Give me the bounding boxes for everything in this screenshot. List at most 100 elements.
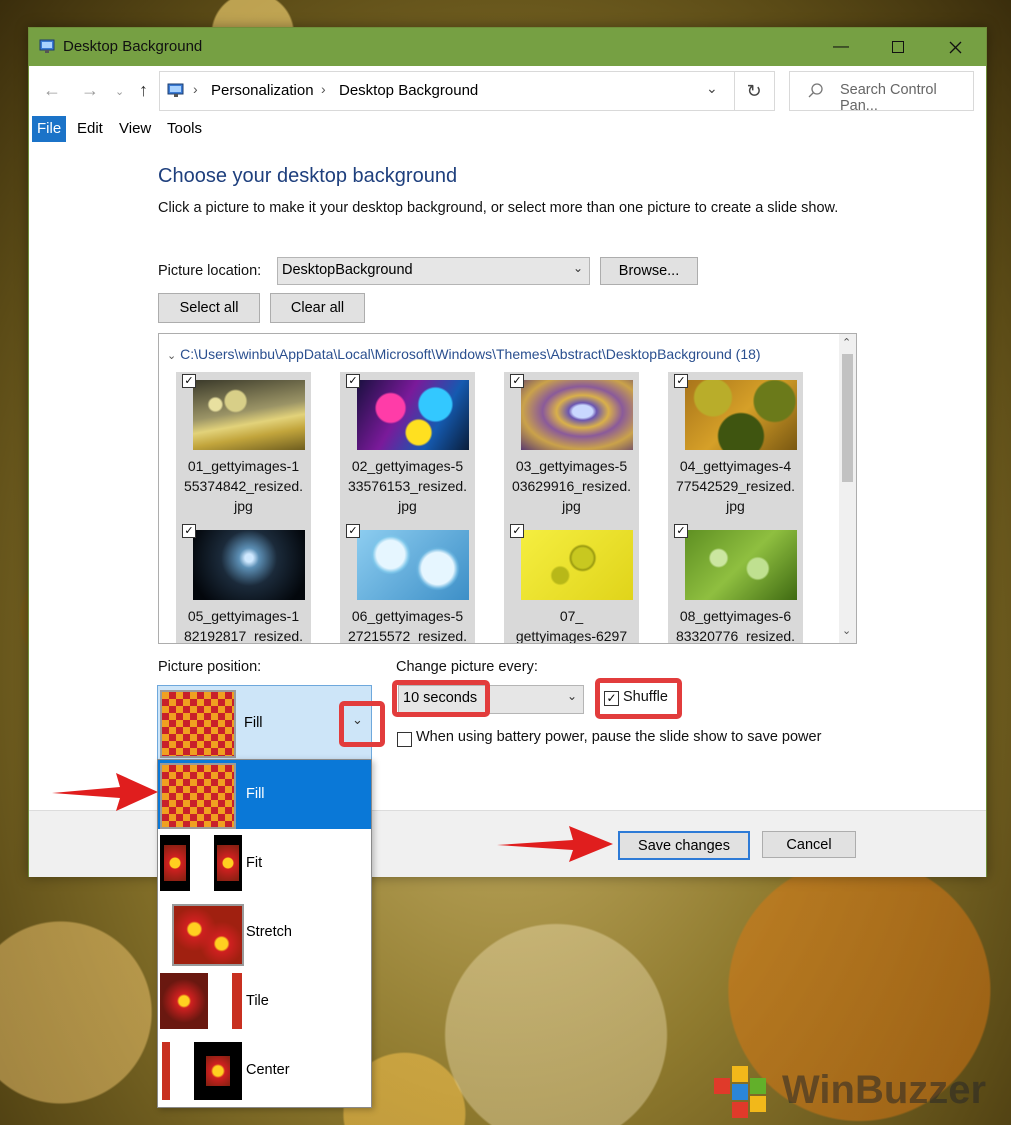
breadcrumb-separator-icon: › — [193, 81, 198, 97]
maximize-button[interactable] — [875, 28, 921, 66]
thumbnail-name: 06_gettyimages-5 27215572_resized. — [347, 608, 468, 644]
checkbox-icon[interactable]: ✓ — [182, 524, 196, 538]
breadcrumb-desktop-background[interactable]: Desktop Background — [339, 82, 478, 99]
collapse-chevron-icon[interactable]: ⌄ — [167, 350, 176, 362]
tile-preview-image — [160, 973, 208, 1029]
minimize-button[interactable]: — — [818, 28, 864, 66]
gallery-item[interactable]: ✓ 05_gettyimages-1 82192817_resized. — [176, 522, 311, 644]
scroll-up-icon[interactable]: ⌃ — [842, 336, 851, 349]
thumbnail-image — [357, 380, 469, 450]
position-option-fill[interactable]: Fill — [158, 760, 371, 829]
checkbox-icon[interactable]: ✓ — [346, 524, 360, 538]
close-icon — [949, 41, 961, 53]
gallery-item[interactable]: ✓ 06_gettyimages-5 27215572_resized. — [340, 522, 475, 644]
breadcrumb-personalization[interactable]: Personalization — [211, 82, 314, 99]
gallery-item[interactable]: ✓ 08_gettyimages-6 83320776_resized. — [668, 522, 803, 644]
title-bar[interactable]: Desktop Background — — [29, 28, 986, 66]
checkbox-icon[interactable]: ✓ — [182, 374, 196, 388]
menu-bar: File Edit View Tools — [29, 116, 986, 142]
address-bar[interactable]: › Personalization › Desktop Background ⌄ — [159, 71, 735, 111]
picture-location-label: Picture location: — [158, 263, 262, 279]
checkbox-icon[interactable]: ✓ — [510, 374, 524, 388]
fill-preview-image — [160, 763, 236, 829]
option-label: Fill — [246, 786, 265, 802]
scroll-down-icon[interactable]: ⌄ — [842, 624, 851, 637]
checkbox-icon[interactable]: ✓ — [510, 524, 524, 538]
gallery-item[interactable]: ✓ 01_gettyimages-1 55374842_resized. jpg — [176, 372, 311, 522]
thumbnail-name: 08_gettyimages-6 83320776_resized. — [675, 608, 796, 644]
option-label: Stretch — [246, 924, 292, 940]
position-selected-value: Fill — [244, 715, 263, 731]
menu-view[interactable]: View — [114, 116, 156, 142]
forward-arrow-icon[interactable]: → — [81, 80, 99, 101]
select-all-button[interactable]: Select all — [158, 293, 260, 323]
picture-location-select[interactable]: DesktopBackground ⌄ — [277, 257, 590, 285]
scroll-thumb[interactable] — [842, 354, 853, 482]
highlight-shuffle-box — [595, 678, 682, 719]
red-arrow-icon — [52, 773, 158, 811]
refresh-button[interactable]: ↻ — [734, 71, 775, 111]
position-option-center[interactable]: Center — [158, 1036, 371, 1105]
thumbnail-image — [521, 530, 633, 600]
winbuzzer-logo: WinBuzzer — [710, 1060, 1000, 1122]
gallery-item[interactable]: ✓ 02_gettyimages-5 33576153_resized. jpg — [340, 372, 475, 522]
menu-tools[interactable]: Tools — [162, 116, 207, 142]
thumbnail-name: 05_gettyimages-1 82192817_resized. — [183, 608, 304, 644]
thumbnail-image — [357, 530, 469, 600]
thumbnail-name: 07_ gettyimages-6297 — [515, 608, 628, 644]
picture-gallery[interactable]: ⌄ C:\Users\winbu\AppData\Local\Microsoft… — [158, 333, 857, 644]
watermark-text: WinBuzzer — [782, 1068, 987, 1112]
option-label: Tile — [246, 993, 269, 1009]
option-label: Fit — [246, 855, 263, 871]
menu-edit[interactable]: Edit — [72, 116, 108, 142]
gallery-item[interactable]: ✓ 03_gettyimages-5 03629916_resized. jpg — [504, 372, 639, 522]
cancel-button[interactable]: Cancel — [762, 831, 856, 858]
chevron-down-icon: ⌄ — [566, 689, 577, 703]
thumbnail-image — [521, 380, 633, 450]
save-changes-button[interactable]: Save changes — [618, 831, 750, 860]
refresh-icon: ↻ — [746, 80, 762, 101]
checkbox-icon[interactable]: ✓ — [346, 374, 360, 388]
position-option-tile[interactable]: Tile — [158, 967, 371, 1036]
clear-all-button[interactable]: Clear all — [270, 293, 365, 323]
position-option-stretch[interactable]: Stretch — [158, 898, 371, 967]
highlight-interval-box — [392, 680, 490, 717]
center-preview-image — [194, 1042, 242, 1100]
tile-preview-image — [232, 973, 242, 1029]
checkbox-icon[interactable]: ✓ — [674, 524, 688, 538]
battery-label[interactable]: When using battery power, pause the slid… — [416, 729, 821, 745]
thumbnail-image — [193, 530, 305, 600]
position-option-fit[interactable]: Fit — [158, 829, 371, 898]
checkbox-icon[interactable]: ✓ — [674, 374, 688, 388]
fill-preview-image — [160, 690, 236, 758]
gallery-item[interactable]: ✓ 07_ gettyimages-6297 — [504, 522, 639, 644]
close-button[interactable] — [932, 28, 978, 66]
browse-button[interactable]: Browse... — [600, 257, 698, 285]
stretch-preview-image — [172, 904, 244, 966]
change-picture-label: Change picture every: — [396, 659, 538, 675]
breadcrumb-separator-icon: › — [321, 81, 326, 97]
up-arrow-icon[interactable]: ↑ — [139, 80, 148, 101]
picture-position-list[interactable]: Fill Fit Stretch Tile Center — [157, 759, 372, 1108]
thumbnail-name: 01_gettyimages-1 55374842_resized. jpg — [183, 458, 304, 514]
search-input[interactable]: Search Control Pan... — [789, 71, 974, 114]
menu-file[interactable]: File — [32, 116, 67, 142]
minimize-icon: — — [833, 38, 849, 55]
red-arrow-icon — [497, 826, 613, 862]
gallery-item[interactable]: ✓ 04_gettyimages-4 77542529_resized. jpg — [668, 372, 803, 522]
address-row: ← → ⌄ ↑ › Personalization › Desktop Back… — [29, 66, 986, 116]
thumbnail-name: 02_gettyimages-5 33576153_resized. jpg — [347, 458, 468, 514]
recent-dropdown-icon[interactable]: ⌄ — [115, 85, 124, 98]
thumbnail-image — [685, 380, 797, 450]
chevron-down-icon[interactable]: ⌄ — [706, 80, 718, 97]
picture-position-label: Picture position: — [158, 659, 262, 675]
picture-location-value: DesktopBackground — [282, 262, 413, 278]
battery-checkbox[interactable] — [397, 732, 412, 747]
gallery-path[interactable]: ⌄ C:\Users\winbu\AppData\Local\Microsoft… — [167, 346, 761, 362]
cube-logo-icon — [714, 1066, 766, 1118]
back-arrow-icon[interactable]: ← — [43, 80, 61, 101]
gallery-scrollbar[interactable]: ⌃ ⌄ — [839, 334, 856, 643]
maximize-icon — [892, 41, 904, 53]
thumbnail-image — [685, 530, 797, 600]
thumbnail-name: 04_gettyimages-4 77542529_resized. jpg — [675, 458, 796, 514]
